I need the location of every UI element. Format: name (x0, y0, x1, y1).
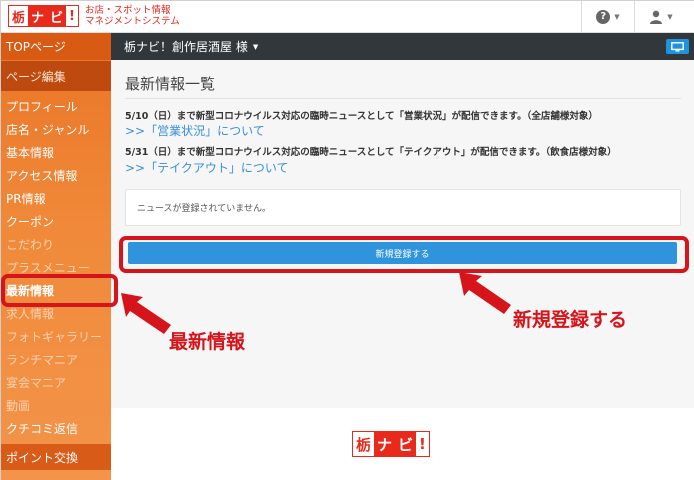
sidebar-item-top[interactable]: TOPページ (1, 33, 111, 60)
sidebar: TOPページ ページ編集 プロフィール 店名・ジャンル 基本情報 アクセス情報 … (1, 33, 111, 480)
brand-line-1: お店・スポット情報 (84, 5, 171, 16)
link-business-status[interactable]: >>「営業状況」について (125, 122, 265, 139)
sidebar-item-review-reply[interactable]: クチコミ返信 (1, 417, 111, 440)
news-empty-panel: ニュースが登録されていません。 (125, 189, 681, 226)
chevron-down-icon: ▼ (614, 12, 620, 21)
shop-selector[interactable]: 栃ナビ！創作居酒屋 様 ▼ (124, 33, 258, 60)
arrow-to-sidebar-icon (121, 293, 171, 334)
chevron-down-icon: ▼ (252, 42, 259, 51)
sidebar-item-access[interactable]: アクセス情報 (1, 164, 111, 187)
title-divider (125, 98, 681, 99)
sidebar-item-store-genre[interactable]: 店名・ジャンル (1, 118, 111, 141)
sidebar-item-lunch[interactable]: ランチマニア (1, 348, 111, 371)
shop-bar: 栃ナビ！創作居酒屋 様 ▼ (111, 33, 694, 60)
sidebar-section-page-edit: ページ編集 (1, 61, 111, 91)
sidebar-item-coupon[interactable]: クーポン (1, 210, 111, 233)
footer: 栃 ナ ビ ! (111, 408, 694, 480)
tochinavi-logo: 栃 ナ ビ ! (8, 5, 79, 27)
user-icon (650, 10, 663, 24)
brand[interactable]: 栃 ナ ビ ! お店・スポット情報 マネジメントシステム (8, 4, 180, 28)
empty-message: ニュースが登録されていません。 (137, 204, 272, 214)
sidebar-item-pr[interactable]: PR情報 (1, 187, 111, 210)
sidebar-item-video[interactable]: 動画 (1, 394, 111, 417)
brand-line-2: マネジメントシステム (84, 16, 180, 27)
question-circle-icon: ? (596, 9, 611, 24)
top-header: 栃 ナ ビ ! お店・スポット情報 マネジメントシステム ? ▼ ▼ (1, 1, 694, 33)
footer-tochinavi-logo: 栃 ナ ビ ! (352, 431, 430, 457)
callout-new-registration: 新規登録する (513, 309, 628, 331)
sidebar-item-photo-gallery[interactable]: フォトギャラリー (1, 325, 111, 348)
notice-takeout: 5/31（日）まで新型コロナウイルス対応の臨時ニュースとして「テイクアウト」が配… (125, 147, 617, 158)
sidebar-item-banquet[interactable]: 宴会マニア (1, 371, 111, 394)
help-dropdown[interactable]: ? ▼ (581, 1, 634, 32)
sidebar-item-profile[interactable]: プロフィール (1, 95, 111, 118)
sidebar-item-point-exchange[interactable]: ポイント交換 (1, 444, 111, 470)
sidebar-item-plus-menu[interactable]: プラスメニュー (1, 256, 111, 279)
notice-business-status: 5/10（日）まで新型コロナウイルス対応の臨時ニュースとして「営業状況」が配信で… (125, 111, 598, 122)
preview-button[interactable] (666, 39, 689, 54)
main-content: 最新情報一覧 5/10（日）まで新型コロナウイルス対応の臨時ニュースとして「営業… (111, 60, 694, 408)
brand-subtitle: お店・スポット情報 マネジメントシステム (85, 5, 180, 27)
user-dropdown[interactable]: ▼ (634, 1, 687, 32)
shop-name: 栃ナビ！創作居酒屋 様 (124, 40, 248, 54)
sidebar-item-basic-info[interactable]: 基本情報 (1, 141, 111, 164)
sidebar-item-kodawari[interactable]: こだわり (1, 233, 111, 256)
callout-latest-news: 最新情報 (169, 331, 246, 353)
new-registration-button[interactable]: 新規登録する (128, 242, 677, 264)
sidebar-item-latest-news[interactable]: 最新情報 (1, 279, 111, 302)
arrow-to-button-icon (459, 272, 511, 314)
monitor-icon (671, 41, 684, 52)
sidebar-item-jobs[interactable]: 求人情報 (1, 302, 111, 325)
page-title: 最新情報一覧 (125, 75, 216, 93)
chevron-down-icon: ▼ (667, 12, 673, 21)
link-takeout[interactable]: >>「テイクアウト」について (125, 159, 289, 176)
